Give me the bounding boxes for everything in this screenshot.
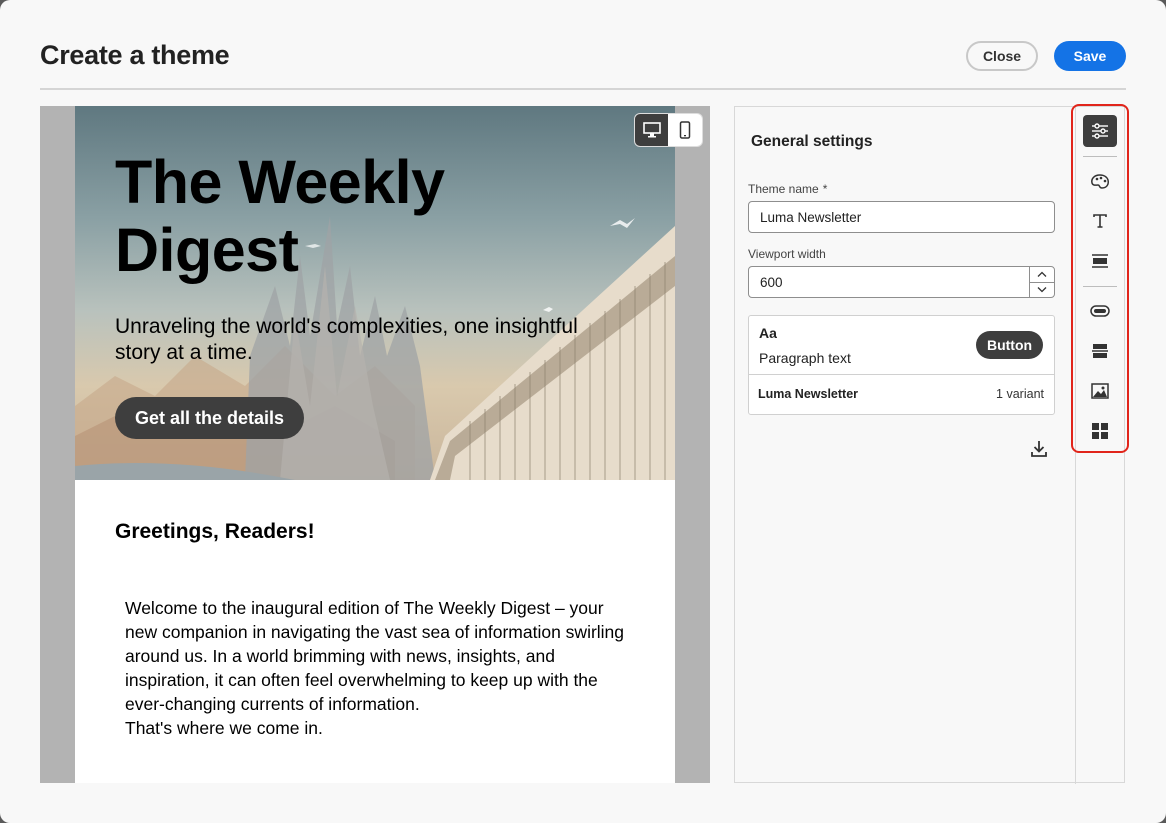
viewport-width-value: 600 — [760, 274, 783, 290]
text-icon — [1093, 214, 1107, 228]
viewport-width-input[interactable]: 600 — [748, 266, 1055, 298]
button-icon — [1090, 305, 1110, 317]
mobile-icon — [679, 121, 690, 139]
card-divider — [749, 374, 1054, 375]
mobile-view-button[interactable] — [668, 114, 701, 146]
chevron-up-icon — [1037, 271, 1047, 277]
create-theme-dialog: Create a theme Close Save The Weekly Dig… — [0, 0, 1166, 823]
viewport-width-label: Viewport width — [748, 247, 826, 261]
rail-buttons[interactable] — [1083, 295, 1117, 327]
dialog-title: Create a theme — [40, 40, 230, 70]
hero-section: The Weekly Digest Unraveling the world's… — [75, 106, 675, 480]
rail-sections[interactable] — [1083, 245, 1117, 277]
hero-title: The Weekly Digest — [115, 148, 445, 284]
rail-general-settings[interactable] — [1083, 115, 1117, 147]
rail-columns[interactable] — [1083, 415, 1117, 447]
variant-count: 1 variant — [996, 387, 1044, 401]
button-sample: Button — [976, 331, 1043, 359]
increment-button[interactable] — [1030, 267, 1054, 282]
typography-sample: Aa — [759, 325, 777, 341]
rail-images[interactable] — [1083, 375, 1117, 407]
paragraph-sample: Paragraph text — [759, 350, 851, 366]
email-canvas: The Weekly Digest Unraveling the world's… — [75, 106, 675, 783]
rail-colors[interactable] — [1083, 165, 1117, 197]
sliders-icon — [1092, 123, 1108, 139]
theme-name-label-text: Theme name — [748, 182, 819, 196]
theme-preview-card[interactable]: Aa Paragraph text Button Luma Newsletter… — [748, 315, 1055, 415]
viewport-stepper — [1029, 267, 1054, 297]
section-icon — [1092, 254, 1108, 268]
header-divider — [40, 88, 1126, 90]
palette-icon — [1091, 174, 1109, 189]
download-icon — [1031, 441, 1047, 457]
grid-icon — [1092, 423, 1108, 439]
hero-cta-button[interactable]: Get all the details — [115, 397, 304, 439]
settings-panel: General settings Theme name * Luma Newsle… — [734, 106, 1125, 784]
device-toggle[interactable] — [635, 114, 702, 146]
body-paragraph: Welcome to the inaugural edition of The … — [125, 598, 625, 738]
rail-separator — [1083, 156, 1117, 157]
download-button[interactable] — [1029, 439, 1049, 459]
rail-dividers[interactable] — [1083, 335, 1117, 367]
card-theme-name: Luma Newsletter — [758, 387, 859, 401]
panel-heading: General settings — [751, 133, 873, 150]
close-button[interactable]: Close — [966, 41, 1038, 71]
desktop-view-button[interactable] — [635, 114, 668, 146]
rail-separator — [1083, 286, 1117, 287]
image-icon — [1091, 383, 1109, 399]
theme-name-label: Theme name * — [748, 182, 827, 196]
email-preview[interactable]: The Weekly Digest Unraveling the world's… — [40, 106, 710, 783]
desktop-icon — [642, 122, 661, 138]
rail-typography[interactable] — [1083, 205, 1117, 237]
required-mark: * — [822, 182, 828, 196]
divider-icon — [1092, 344, 1108, 358]
chevron-down-icon — [1037, 287, 1047, 293]
save-button[interactable]: Save — [1054, 41, 1126, 71]
greeting-heading: Greetings, Readers! — [115, 520, 315, 543]
hero-subtitle: Unraveling the world's complexities, one… — [115, 315, 578, 364]
decrement-button[interactable] — [1030, 281, 1054, 298]
theme-name-input[interactable]: Luma Newsletter — [748, 201, 1055, 233]
